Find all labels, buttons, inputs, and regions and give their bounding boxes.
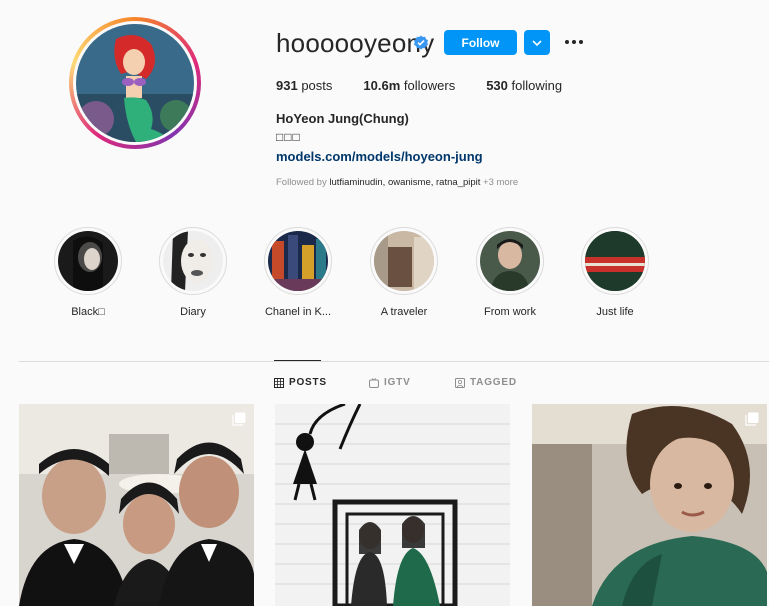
grid-icon — [274, 377, 284, 388]
verified-badge-icon — [414, 35, 428, 50]
tab-label: IGTV — [384, 377, 411, 388]
highlight-from-work-thumbnail — [480, 231, 540, 291]
highlight-just-life[interactable]: Just life — [560, 227, 670, 318]
profile-stats: 931 posts 10.6m followers 530 following — [276, 78, 593, 93]
post-image — [532, 404, 767, 606]
tab-tagged[interactable]: TAGGED — [455, 377, 517, 388]
post-thumbnail[interactable] — [19, 404, 254, 606]
highlight-just-life-thumbnail — [585, 231, 645, 291]
post-thumbnail[interactable] — [532, 404, 767, 606]
tab-label: POSTS — [289, 377, 327, 388]
profile-username: hoooooyeony — [276, 28, 435, 58]
multiple-photos-icon — [232, 412, 246, 426]
profile-full-name: HoYeon Jung(Chung) — [276, 111, 409, 126]
highlight-label: Black□ — [71, 306, 105, 318]
highlight-label: Chanel in K... — [264, 306, 332, 318]
highlight-label: Diary — [180, 306, 206, 318]
highlight-label: A traveler — [380, 306, 428, 318]
more-options-icon[interactable] — [563, 34, 585, 50]
highlight-diary[interactable]: Diary — [138, 227, 248, 318]
suggested-dropdown-button[interactable] — [524, 30, 550, 55]
following-link[interactable]: 530 following — [486, 78, 562, 93]
highlight-black[interactable]: Black□ — [33, 227, 143, 318]
chevron-down-icon — [532, 40, 542, 47]
post-image — [275, 404, 510, 606]
tab-igtv[interactable]: IGTV — [369, 377, 411, 388]
followed-by-text[interactable]: Followed by lutfiaminudin, owanisme, rat… — [276, 177, 518, 188]
tagged-icon — [455, 377, 465, 388]
multiple-photos-icon — [745, 412, 759, 426]
profile-bio: □□□ — [276, 130, 301, 144]
highlight-chanel[interactable]: Chanel in K... — [243, 227, 353, 318]
highlight-chanel-thumbnail — [268, 231, 328, 291]
active-tab-indicator — [274, 360, 321, 361]
highlight-traveler-thumbnail — [374, 231, 434, 291]
follow-button[interactable]: Follow — [444, 30, 517, 55]
followed-by-prefix: Followed by — [276, 177, 327, 188]
tab-label: TAGGED — [470, 377, 517, 388]
followed-by-more[interactable]: +3 more — [483, 177, 518, 188]
tab-posts[interactable]: POSTS — [274, 377, 327, 388]
profile-avatar[interactable] — [69, 17, 201, 149]
tabs-divider — [19, 361, 769, 362]
followers-link[interactable]: 10.6m followers — [363, 78, 455, 93]
posts-count: 931 posts — [276, 78, 333, 93]
followed-by-names[interactable]: lutfiaminudin, owanisme, ratna_pipit — [329, 177, 480, 188]
highlight-traveler[interactable]: A traveler — [349, 227, 459, 318]
highlight-label: From work — [484, 306, 536, 318]
igtv-icon — [369, 377, 379, 388]
highlight-diary-thumbnail — [163, 231, 223, 291]
highlight-black-thumbnail — [58, 231, 118, 291]
post-image — [19, 404, 254, 606]
profile-website-link[interactable]: models.com/models/hoyeon-jung — [276, 149, 483, 164]
post-thumbnail[interactable] — [275, 404, 510, 606]
highlight-label: Just life — [596, 306, 634, 318]
highlight-from-work[interactable]: From work — [455, 227, 565, 318]
